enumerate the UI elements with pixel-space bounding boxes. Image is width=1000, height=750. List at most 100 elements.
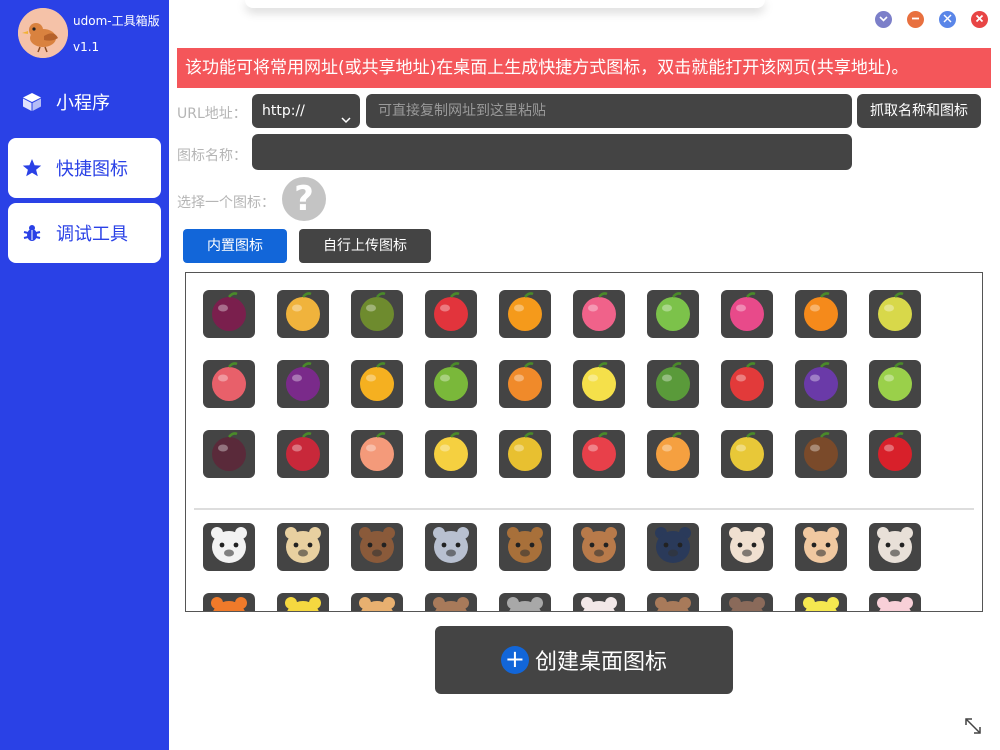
icon-tile[interactable] — [351, 290, 403, 338]
maximize-button[interactable] — [939, 11, 956, 28]
close-button[interactable] — [971, 11, 988, 28]
icon-tile[interactable] — [203, 593, 255, 611]
url-input[interactable] — [366, 94, 852, 128]
panda-icon — [207, 523, 251, 571]
duck-icon — [799, 593, 843, 611]
icon-tile[interactable] — [351, 430, 403, 478]
tiger-icon — [355, 593, 399, 611]
question-mark-icon[interactable]: ? — [282, 177, 326, 221]
icon-tile[interactable] — [869, 523, 921, 571]
icon-tile[interactable] — [795, 290, 847, 338]
icon-tile[interactable] — [573, 360, 625, 408]
icon-tile[interactable] — [425, 430, 477, 478]
icon-tile[interactable] — [425, 593, 477, 611]
icon-tile[interactable] — [647, 290, 699, 338]
icon-tile[interactable] — [721, 523, 773, 571]
raspberry-icon — [577, 290, 621, 338]
sidebar-item-label: 小程序 — [56, 93, 110, 114]
icon-tile[interactable] — [277, 430, 329, 478]
create-desktop-icon-button[interactable]: + 创建桌面图标 — [435, 626, 733, 694]
icon-tile[interactable] — [277, 360, 329, 408]
fetch-name-icon-button[interactable]: 抓取名称和图标 — [857, 94, 981, 128]
icon-name-input[interactable] — [252, 134, 852, 170]
top-shadow — [245, 0, 765, 8]
collapse-button[interactable] — [875, 11, 892, 28]
icon-tile[interactable] — [425, 290, 477, 338]
bug-icon — [8, 223, 56, 243]
avatar — [18, 8, 68, 58]
coconut-icon — [799, 430, 843, 478]
sidebar-item-label: 调试工具 — [56, 224, 128, 245]
icon-tile[interactable] — [351, 360, 403, 408]
app-name: udom-工具箱版 — [73, 14, 160, 28]
icon-tile[interactable] — [203, 290, 255, 338]
mangosteen-icon — [207, 430, 251, 478]
orange-slice-icon — [503, 290, 547, 338]
minimize-button[interactable] — [907, 11, 924, 28]
icon-grid[interactable] — [185, 272, 983, 612]
icon-tile[interactable] — [647, 430, 699, 478]
tab-builtin-icons[interactable]: 内置图标 — [183, 229, 287, 263]
icon-tile[interactable] — [499, 593, 551, 611]
app-version: v1.1 — [73, 40, 100, 54]
chick-icon — [281, 593, 325, 611]
icon-tile[interactable] — [721, 430, 773, 478]
penguin-icon — [651, 523, 695, 571]
star-icon — [8, 158, 56, 178]
icon-tile[interactable] — [573, 290, 625, 338]
pineapple-icon — [281, 290, 325, 338]
icon-tile[interactable] — [795, 360, 847, 408]
resize-icon[interactable] — [963, 716, 983, 736]
melon-slice-icon — [651, 290, 695, 338]
icon-tile[interactable] — [425, 360, 477, 408]
icon-tile[interactable] — [795, 593, 847, 611]
icon-tile[interactable] — [869, 360, 921, 408]
icon-tile[interactable] — [499, 290, 551, 338]
pig-icon — [799, 523, 843, 571]
icon-tile[interactable] — [721, 593, 773, 611]
icon-tile[interactable] — [573, 430, 625, 478]
icon-tile[interactable] — [573, 523, 625, 571]
icon-tile[interactable] — [499, 360, 551, 408]
icon-tile[interactable] — [277, 593, 329, 611]
icon-tile[interactable] — [647, 523, 699, 571]
sidebar: udom-工具箱版 v1.1 小程序 快捷图标 调试工具 — [0, 0, 169, 750]
lemon-icon — [577, 360, 621, 408]
icon-tile[interactable] — [795, 430, 847, 478]
icon-tile[interactable] — [351, 523, 403, 571]
apricot-icon — [651, 430, 695, 478]
icon-tile[interactable] — [499, 430, 551, 478]
protocol-select[interactable]: http:// — [252, 94, 360, 128]
icon-tile[interactable] — [573, 593, 625, 611]
tab-upload-icon[interactable]: 自行上传图标 — [299, 229, 431, 263]
url-label: URL地址： — [177, 106, 247, 122]
icon-tile[interactable] — [203, 360, 255, 408]
icon-tile[interactable] — [647, 593, 699, 611]
chevron-down-icon — [879, 13, 888, 26]
icon-tile[interactable] — [277, 290, 329, 338]
close-icon — [975, 13, 984, 26]
hamster-icon — [725, 523, 769, 571]
icon-tile[interactable] — [869, 290, 921, 338]
expand-icon — [943, 13, 952, 26]
choose-icon-label: 选择一个图标： — [177, 195, 275, 211]
sidebar-item-miniprogram[interactable]: 小程序 — [8, 72, 161, 132]
icon-tile[interactable] — [277, 523, 329, 571]
icon-tile[interactable] — [203, 430, 255, 478]
icon-tile[interactable] — [499, 523, 551, 571]
sidebar-item-shortcut-icon[interactable]: 快捷图标 — [8, 138, 161, 198]
icon-tile[interactable] — [647, 360, 699, 408]
icon-tile[interactable] — [869, 593, 921, 611]
lime-icon — [873, 360, 917, 408]
sidebar-item-debug-tools[interactable]: 调试工具 — [8, 203, 161, 263]
icon-tile[interactable] — [425, 523, 477, 571]
pomegranate-icon — [281, 430, 325, 478]
monkey-icon — [873, 523, 917, 571]
icon-tile[interactable] — [721, 360, 773, 408]
icon-tile[interactable] — [203, 523, 255, 571]
icon-tile[interactable] — [869, 430, 921, 478]
icon-tile[interactable] — [351, 593, 403, 611]
icon-tile[interactable] — [795, 523, 847, 571]
icon-tile[interactable] — [721, 290, 773, 338]
protocol-value: http:// — [262, 103, 305, 119]
